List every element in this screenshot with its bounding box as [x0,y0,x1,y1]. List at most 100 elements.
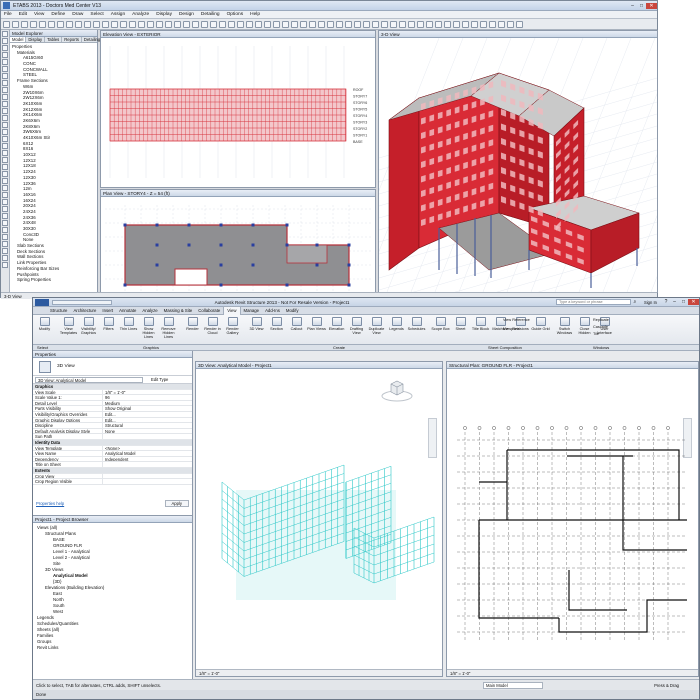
toolbar-button[interactable] [516,20,523,28]
ribbon-tab-annotate[interactable]: Annotate [116,307,139,315]
view-control-bar-3d[interactable]: 1/8" = 1'-0" [196,669,442,676]
ribbon-tab-manage[interactable]: Manage [241,307,263,315]
ribbon-button-scope-box[interactable]: Scope Box [431,317,450,337]
menu-item-draw[interactable]: Draw [72,12,83,17]
plan-canvas[interactable] [101,197,375,292]
etabs-3d-canvas[interactable] [338,37,700,339]
side-toolbar-button[interactable] [2,52,8,58]
side-toolbar-button[interactable] [2,199,8,205]
edit-type-button[interactable]: Edit Type [151,377,168,382]
structural-plan-view[interactable]: Structural Plan: GROUND FLR - Project1 1… [446,361,699,677]
property-value[interactable] [103,462,192,467]
ribbon-button-3d-view[interactable]: 3D View [247,317,266,337]
property-row[interactable]: Crop Region Visible [33,479,192,485]
toolbar-button[interactable] [354,20,361,28]
ribbon-small-view-reference[interactable]: View Reference [503,318,530,322]
toolbar-button[interactable] [498,20,505,28]
toolbar-button[interactable] [453,20,460,28]
toolbar-button[interactable] [426,20,433,28]
ribbon-button-schedules[interactable]: Schedules [407,317,426,337]
property-value[interactable]: Structural [103,423,192,427]
view-scale-plan[interactable]: 1/8" = 1'-0" [450,671,470,676]
side-toolbar-button[interactable] [2,164,8,170]
revit-app-icon[interactable] [35,298,49,306]
side-toolbar-button[interactable] [2,94,8,100]
toolbar-button[interactable] [228,20,235,28]
toolbar-button[interactable] [462,20,469,28]
toolbar-button[interactable] [39,20,46,28]
apply-button[interactable]: Apply [164,499,189,507]
property-value[interactable]: Medium [103,401,192,405]
toolbar-button[interactable] [444,20,451,28]
view-selector[interactable]: 3D View: Analytical Model [35,376,143,383]
ribbon-button-switch-windows[interactable]: Switch Windows [555,317,574,337]
ribbon-tab-structure[interactable]: Structure [47,307,70,315]
toolbar-button[interactable] [156,20,163,28]
ribbon-button-filters[interactable]: Filters [99,317,118,337]
ribbon-button-visibility-graphics[interactable]: Visibility/ Graphics [79,317,98,337]
ribbon-button-callout[interactable]: Callout [287,317,306,337]
toolbar-button[interactable] [3,20,10,28]
toolbar-button[interactable] [417,20,424,28]
property-value[interactable]: Show Original [103,406,192,411]
ribbon-button-modify[interactable]: Modify [35,317,54,337]
ribbon-small-cascade[interactable]: Cascade [593,325,608,329]
side-toolbar-button[interactable] [2,248,8,254]
toolbar-button[interactable] [507,20,514,28]
toolbar-button[interactable] [327,20,334,28]
plan-view[interactable]: Plan View - STORY4 - Z = 54 (ft) [100,189,376,293]
side-toolbar-button[interactable] [2,31,8,37]
toolbar-button[interactable] [309,20,316,28]
search-field[interactable]: Type a keyword or phrase [555,299,631,305]
ribbon-tab-collaborate[interactable]: Collaborate [195,307,223,315]
toolbar-button[interactable] [201,20,208,28]
toolbar-button[interactable] [93,20,100,28]
search-icon[interactable]: ⌕ [631,299,639,305]
ribbon-small-tile[interactable]: Tile [593,332,599,336]
properties-help-link[interactable]: Properties help [36,501,64,506]
ribbon-button-render-gallery[interactable]: Render Gallery [223,317,242,337]
side-toolbar-button[interactable] [2,185,8,191]
side-toolbar-button[interactable] [2,171,8,177]
ribbon-small-viewports[interactable]: Viewports [503,327,520,331]
property-value[interactable]: None [103,429,192,433]
toolbar-button[interactable] [471,20,478,28]
explorer-tab-model[interactable]: Model [10,37,27,42]
side-toolbar-button[interactable] [2,220,8,226]
toolbar-button[interactable] [48,20,55,28]
view-control-bar-plan[interactable]: 1/8" = 1'-0" [447,669,698,676]
toolbar-button[interactable] [318,20,325,28]
toolbar-button[interactable] [84,20,91,28]
minimize-icon[interactable]: – [670,299,679,305]
property-value[interactable] [103,474,192,479]
toolbar-button[interactable] [12,20,19,28]
ribbon-button-duplicate-view[interactable]: Duplicate View [367,317,386,337]
ribbon-button-plan-views[interactable]: Plan Views [307,317,326,337]
menu-item-help[interactable]: Help [250,12,260,17]
ribbon-button-drafting-view[interactable]: Drafting View [347,317,366,337]
ribbon-button-elevation[interactable]: Elevation [327,317,346,337]
toolbar-button[interactable] [255,20,262,28]
main-model-selector[interactable]: Main Model [483,681,543,689]
help-icon[interactable]: ? [662,299,670,305]
ribbon-tab-architecture[interactable]: Architecture [70,307,99,315]
toolbar-button[interactable] [165,20,172,28]
side-toolbar-button[interactable] [2,108,8,114]
toolbar-button[interactable] [102,20,109,28]
menu-item-detailing[interactable]: Detailing [201,12,220,17]
ribbon-button-close-hidden[interactable]: Close Hidden [575,317,594,337]
side-toolbar-button[interactable] [2,87,8,93]
property-value[interactable]: Edit... [103,418,192,422]
menu-item-edit[interactable]: Edit [19,12,27,17]
side-toolbar-button[interactable] [2,129,8,135]
toolbar-button[interactable] [336,20,343,28]
menu-item-options[interactable]: Options [227,12,244,17]
toolbar-button[interactable] [111,20,118,28]
toolbar-button[interactable] [237,20,244,28]
property-value[interactable]: <None> [103,446,192,450]
ribbon-tab-add-ins[interactable]: Add-Ins [262,307,283,315]
side-toolbar-button[interactable] [2,262,8,268]
menu-item-design[interactable]: Design [179,12,194,17]
property-value[interactable] [103,434,192,439]
structural-plan-canvas[interactable] [447,370,698,670]
